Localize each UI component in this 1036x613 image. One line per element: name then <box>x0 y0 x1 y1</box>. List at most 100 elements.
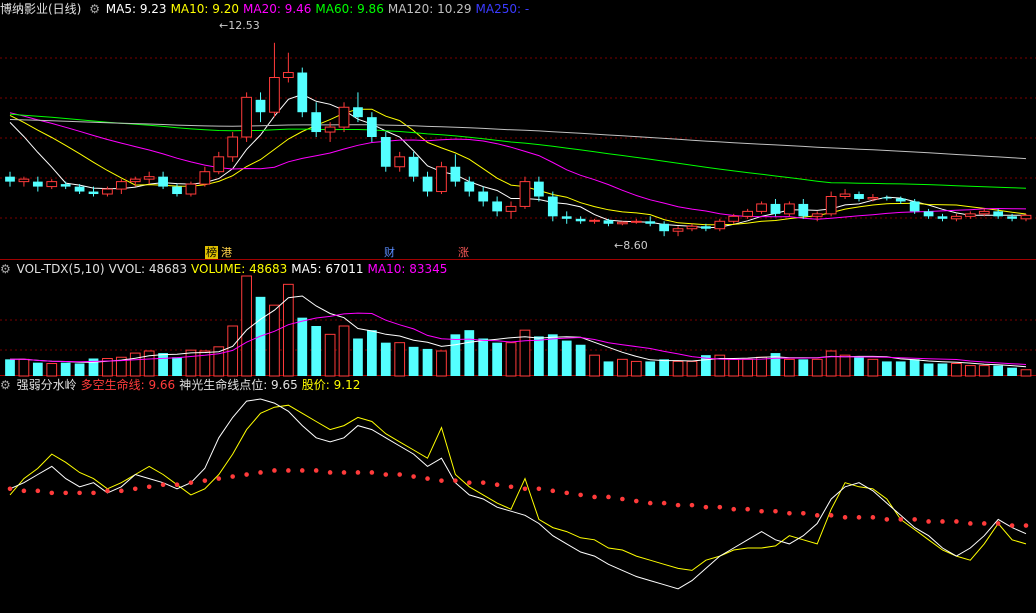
life-line-dot <box>369 470 375 475</box>
candle-body <box>993 211 1004 217</box>
candle-body <box>895 198 906 202</box>
price-chart[interactable] <box>5 42 1032 237</box>
life-line-dot <box>411 474 416 479</box>
life-line-dot <box>578 492 583 498</box>
volume-bar <box>46 363 58 377</box>
life-line-dot <box>592 494 597 500</box>
arrow-icon: ← <box>219 19 229 32</box>
life-line-dot <box>522 486 528 492</box>
candle-body <box>951 215 962 220</box>
life-line-dot <box>188 480 194 485</box>
life-line-dot <box>995 521 1001 526</box>
life-line-dot <box>425 476 430 481</box>
volume-bar <box>297 317 308 376</box>
volume-legend: VOL-TDX(5,10) VVOL: 48683 VOLUME: 48683 MA5… <box>17 262 452 276</box>
event-tag-hk[interactable]: 港 <box>220 246 233 259</box>
candle-body <box>338 106 350 128</box>
volume-bar <box>422 348 433 376</box>
indicator-legend: 强弱分水岭 多空生命线: 9.66 神光生命线点位: 9.65 股价: 9.12 <box>17 378 365 392</box>
life-line-dot <box>550 488 556 494</box>
life-line-dot <box>814 513 820 518</box>
life-line-dot <box>216 476 222 481</box>
legend-item: 神光生命线点位: 9.65 <box>179 378 298 392</box>
candle-body <box>534 181 544 197</box>
legend-item: VOL-TDX(5,10) <box>16 262 105 276</box>
volume-bar <box>366 330 377 376</box>
candle-body <box>255 99 266 113</box>
life-line-dot <box>7 486 13 492</box>
life-line-dot <box>870 515 876 520</box>
volume-bar <box>993 365 1004 376</box>
candle-body <box>32 181 43 187</box>
candle-body <box>854 194 864 199</box>
legend-item: 股价: 9.12 <box>301 378 361 392</box>
volume-bar <box>798 359 809 376</box>
candle-body <box>324 126 336 133</box>
candle-body <box>60 184 71 187</box>
candle-body <box>617 221 628 225</box>
life-line-dot <box>313 468 319 473</box>
legend-item: MA10: 83345 <box>367 262 448 276</box>
volume-bar <box>1020 369 1032 377</box>
candle-body <box>394 156 406 168</box>
volume-bar <box>353 338 363 376</box>
event-tag-finance[interactable]: 财 <box>383 246 396 259</box>
volume-chart[interactable] <box>5 275 1032 377</box>
candle-body <box>158 176 168 187</box>
life-line-dot <box>717 504 723 510</box>
candle-body <box>46 181 58 188</box>
chart-grid <box>0 57 1036 376</box>
candle-body <box>659 223 670 232</box>
volume-bar <box>241 275 252 377</box>
stock-title[interactable]: 博纳影业(日线) <box>0 2 81 16</box>
volume-bar <box>589 354 600 377</box>
candle-body <box>784 203 795 215</box>
volume-bar <box>881 361 892 376</box>
life-line-dot <box>536 486 542 492</box>
indicator-chart[interactable] <box>7 398 1029 590</box>
volume-bar <box>756 356 767 377</box>
legend-item: VVOL: 48683 <box>108 262 187 276</box>
volume-bar <box>895 361 906 376</box>
life-line-dot <box>954 519 959 524</box>
volume-bar <box>672 360 684 377</box>
life-line-dot <box>675 502 681 508</box>
candle-body <box>129 178 141 183</box>
event-tag-list[interactable]: 榜 <box>205 246 218 259</box>
volume-bar <box>839 354 851 377</box>
life-line-dot <box>968 521 973 526</box>
price-panel-header: 博纳影业(日线) ⚙ MA5: 9.23 MA10: 9.20 MA20: 9.46… <box>0 1 537 17</box>
life-line-dot <box>620 496 625 502</box>
legend-item: MA5: 9.23 <box>105 2 167 16</box>
volume-bar <box>575 344 586 376</box>
volume-bar <box>1007 367 1017 376</box>
life-line-dot <box>828 513 834 518</box>
life-line-dot <box>606 494 611 500</box>
life-line-dot <box>981 521 987 526</box>
candle-body <box>478 191 489 202</box>
life-line-dot <box>801 510 806 516</box>
volume-bar <box>617 358 628 377</box>
candle-body <box>143 176 155 180</box>
volume-bar <box>338 325 350 377</box>
life-line-dot <box>884 517 890 522</box>
volume-settings-icon[interactable]: ⚙ <box>0 262 11 276</box>
legend-item: 多空生命线: 9.66 <box>80 378 176 392</box>
volume-bar <box>129 352 141 377</box>
candle-body <box>436 166 447 193</box>
life-line-dot <box>898 517 904 522</box>
life-line-dot <box>244 472 249 477</box>
high-price-label: ←12.53 <box>219 19 260 32</box>
volume-bar <box>742 358 754 377</box>
candle-body <box>464 181 475 192</box>
settings-gear-icon[interactable]: ⚙ <box>89 2 100 16</box>
volume-bar <box>645 361 656 376</box>
volume-bar <box>867 358 879 377</box>
life-line-dot <box>480 480 486 485</box>
life-line-dot <box>77 490 82 496</box>
life-line-dot <box>564 490 570 496</box>
event-tag-rise[interactable]: 涨 <box>457 246 470 259</box>
candle-body <box>909 201 920 212</box>
indicator-settings-icon[interactable]: ⚙ <box>0 378 11 392</box>
volume-panel-header: ⚙ VOL-TDX(5,10) VVOL: 48683 VOLUME: 48683 M… <box>0 261 455 277</box>
